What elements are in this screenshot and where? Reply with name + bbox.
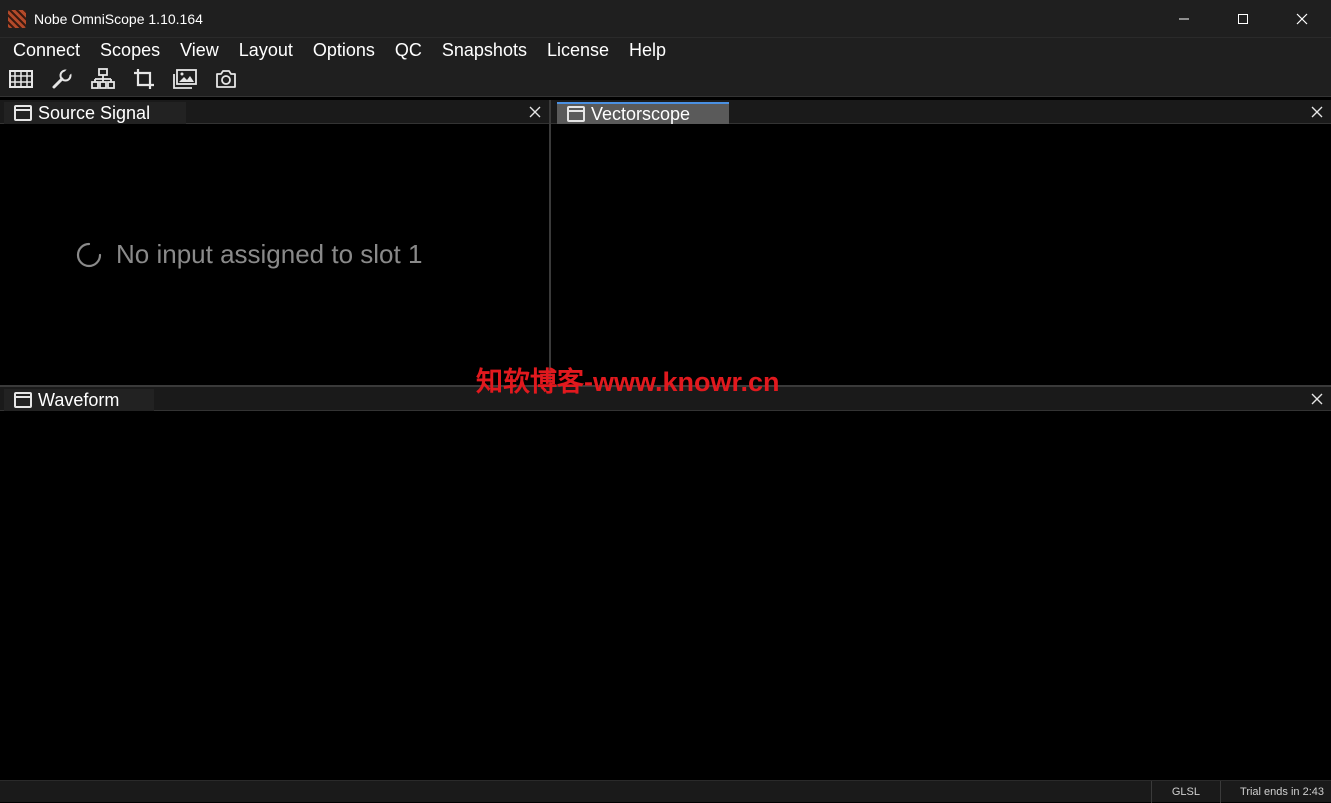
network-icon [91,67,115,89]
tab-source-signal-label: Source Signal [38,102,151,123]
status-bar: GLSL Trial ends in 2:43 [0,780,1331,803]
tab-vectorscope-label: Vectorscope [591,103,691,124]
menu-snapshots[interactable]: Snapshots [432,39,537,61]
camera-icon [216,69,236,88]
minimize-button[interactable] [1154,0,1213,37]
title-bar: Nobe OmniScope 1.10.164 [0,0,1331,37]
app-logo-icon [8,9,26,28]
close-button[interactable] [1272,0,1331,37]
window-icon [14,105,32,121]
waveform-panel: Waveform [0,387,1331,780]
watermark-text: 知软博客-www.knowr.cn [476,367,780,397]
tab-waveform[interactable]: Waveform [4,389,154,411]
loading-spinner-icon [76,242,102,267]
window-icon [567,106,585,122]
close-icon [1311,393,1323,405]
network-button[interactable] [91,67,115,91]
no-input-message: No input assigned to slot 1 [76,239,422,270]
snapshot-button[interactable] [214,67,238,91]
toolbar [0,61,1331,97]
vectorscope-close-button[interactable] [1309,104,1325,120]
menu-connect[interactable]: Connect [0,39,90,61]
maximize-icon [1237,13,1248,24]
menu-scopes[interactable]: Scopes [90,39,170,61]
minimize-icon [1178,18,1189,19]
timeline-icon [9,69,33,88]
window-icon [14,392,32,408]
tab-vectorscope[interactable]: Vectorscope [557,102,729,124]
window-controls [1154,0,1331,37]
source-signal-header: Source Signal [0,100,549,124]
status-trial: Trial ends in 2:43 [1220,780,1331,803]
close-icon [1296,13,1307,24]
no-input-text: No input assigned to slot 1 [116,239,423,269]
menu-options[interactable]: Options [303,39,385,61]
timeline-button[interactable] [9,67,33,91]
source-signal-close-button[interactable] [527,104,543,120]
gallery-icon [173,68,197,89]
settings-button[interactable] [50,67,74,91]
vectorscope-panel: Vectorscope [551,100,1331,385]
window-title: Nobe OmniScope 1.10.164 [34,10,203,27]
menu-help[interactable]: Help [619,39,676,61]
status-renderer: GLSL [1150,780,1220,803]
source-signal-body: No input assigned to slot 1 [0,124,549,385]
tab-source-signal[interactable]: Source Signal [4,102,186,124]
source-signal-panel: Source Signal No input assigned to slot … [0,100,549,385]
waveform-body [0,411,1331,780]
crop-icon [134,68,154,89]
gallery-button[interactable] [173,67,197,91]
wrench-icon [52,68,72,88]
maximize-button[interactable] [1213,0,1272,37]
tab-waveform-label: Waveform [38,389,120,410]
menu-layout[interactable]: Layout [229,39,303,61]
vectorscope-header: Vectorscope [551,100,1331,124]
menu-view[interactable]: View [170,39,229,61]
waveform-close-button[interactable] [1309,391,1325,407]
vectorscope-body [551,124,1331,385]
close-icon [529,106,541,118]
crop-button[interactable] [132,67,156,91]
close-icon [1311,106,1323,118]
menu-bar: Connect Scopes View Layout Options QC Sn… [0,37,1331,61]
menu-qc[interactable]: QC [385,39,432,61]
menu-license[interactable]: License [537,39,619,61]
